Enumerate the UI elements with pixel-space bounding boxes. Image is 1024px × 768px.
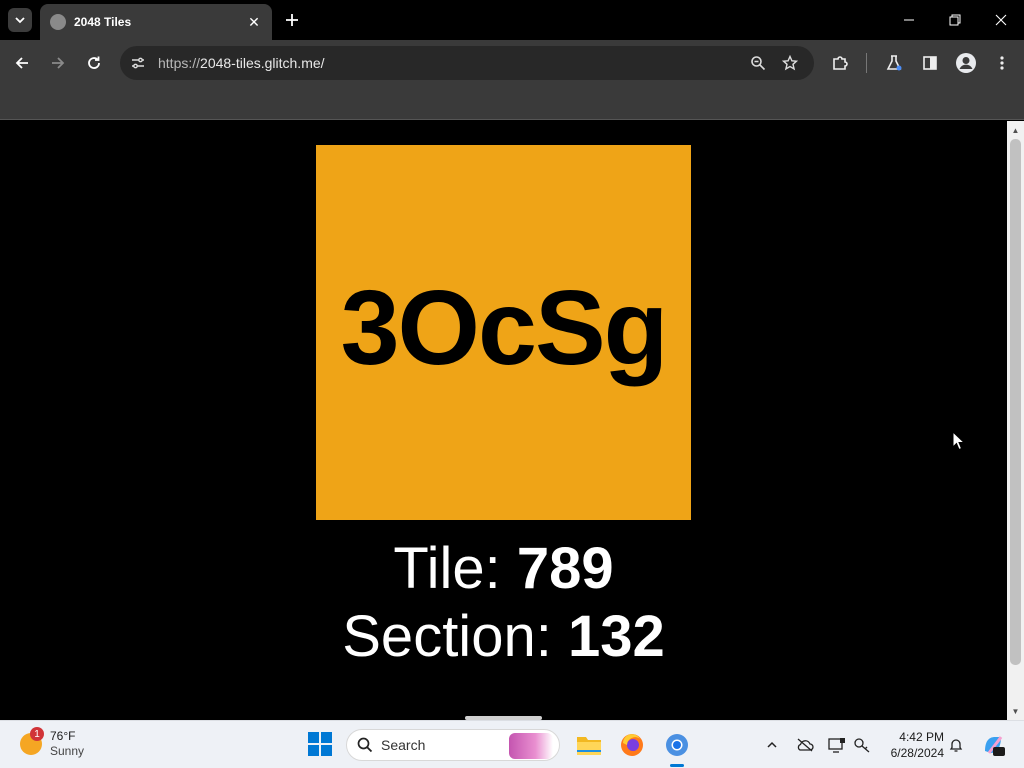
chrome-icon[interactable] <box>663 731 691 759</box>
copilot-icon[interactable] <box>981 733 1005 757</box>
search-icon <box>357 737 373 753</box>
tab-title: 2048 Tiles <box>74 15 132 29</box>
bell-icon[interactable] <box>946 735 966 755</box>
bookmarks-bar <box>0 86 1024 120</box>
clock-time: 4:42 PM <box>899 730 944 744</box>
minimize-icon <box>904 19 914 21</box>
weather-condition: Sunny <box>50 744 85 758</box>
tab-search-button[interactable] <box>8 8 32 32</box>
restore-button[interactable] <box>932 0 978 40</box>
tune-icon <box>132 57 144 69</box>
browser-toolbar: https://2048-tiles.glitch.me/ <box>0 40 1024 86</box>
tile-info-line: Tile: 789 <box>0 535 1007 603</box>
taskbar-search[interactable]: Search <box>346 729 560 761</box>
side-panel-icon[interactable] <box>918 51 942 75</box>
weather-badge: 1 <box>30 727 44 741</box>
back-button[interactable] <box>10 51 34 75</box>
minimize-button[interactable] <box>886 0 932 40</box>
reload-icon <box>88 56 100 69</box>
vertical-scrollbar[interactable]: ▲ ▼ <box>1007 121 1024 720</box>
browser-titlebar: 2048 Tiles ✕ <box>0 0 1024 40</box>
flask-icon[interactable] <box>882 51 906 75</box>
url-scheme: https:// <box>158 55 201 71</box>
kebab-menu-icon[interactable] <box>990 51 1014 75</box>
url-text: https://2048-tiles.glitch.me/ <box>158 55 744 71</box>
file-explorer-icon[interactable] <box>575 731 603 759</box>
browser-tab[interactable]: 2048 Tiles ✕ <box>40 4 272 40</box>
url-host: 2048-tiles.glitch.me/ <box>200 55 325 71</box>
system-clock[interactable]: 4:42 PM 6/28/2024 <box>880 729 944 761</box>
chevron-up-icon[interactable] <box>762 735 782 755</box>
close-icon <box>995 14 1007 26</box>
address-bar[interactable]: https://2048-tiles.glitch.me/ <box>120 46 814 80</box>
active-app-indicator <box>670 764 684 767</box>
windows-start-icon[interactable] <box>308 732 332 756</box>
scroll-down-icon[interactable]: ▼ <box>1007 704 1024 718</box>
search-highlight-art <box>509 733 553 759</box>
arrow-right-icon <box>52 57 65 69</box>
tile-square[interactable]: 3OcSg <box>316 145 691 520</box>
tile-code: 3OcSg <box>340 269 669 387</box>
windows-taskbar: 76°F Sunny 1 Search 4:42 PM 6/28/2024 <box>0 720 1024 768</box>
new-tab-button[interactable] <box>280 8 304 32</box>
tile-number: 789 <box>516 536 614 601</box>
zoom-icon[interactable] <box>744 49 772 77</box>
scroll-up-icon[interactable]: ▲ <box>1007 123 1024 137</box>
forward-button[interactable] <box>46 51 70 75</box>
reload-button[interactable] <box>82 51 106 75</box>
chevron-down-icon <box>15 17 25 24</box>
star-icon[interactable] <box>776 49 804 77</box>
close-tab-icon[interactable]: ✕ <box>246 14 262 31</box>
site-info-button[interactable] <box>126 51 150 75</box>
page-viewport: 3OcSg Tile: 789 Section: 132 <box>0 121 1007 720</box>
search-placeholder: Search <box>381 737 426 753</box>
section-info-line: Section: 132 <box>0 603 1007 671</box>
weather-text: 76°F Sunny <box>50 729 84 759</box>
firefox-icon[interactable] <box>618 731 646 759</box>
plus-icon <box>286 14 298 26</box>
mouse-cursor-icon <box>952 431 966 451</box>
close-window-button[interactable] <box>978 0 1024 40</box>
profile-icon[interactable] <box>954 51 978 75</box>
section-number: 132 <box>567 604 665 669</box>
onedrive-off-icon[interactable] <box>795 735 815 755</box>
section-label: Section: <box>342 604 552 669</box>
scroll-thumb[interactable] <box>1010 139 1021 665</box>
network-icon[interactable] <box>852 735 872 755</box>
temperature: 76°F <box>50 729 76 743</box>
puzzle-icon[interactable] <box>828 51 852 75</box>
restore-icon <box>949 14 961 26</box>
arrow-left-icon <box>15 57 28 69</box>
globe-icon <box>50 14 66 30</box>
toolbar-separator <box>866 53 867 73</box>
display-icon[interactable] <box>827 735 847 755</box>
clock-date: 6/28/2024 <box>890 746 944 760</box>
tile-label: Tile: <box>393 536 501 601</box>
